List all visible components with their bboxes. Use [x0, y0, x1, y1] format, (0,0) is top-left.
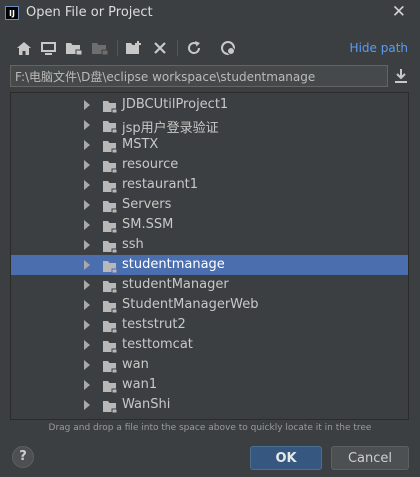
tree-row[interactable]: restaurant1: [11, 175, 408, 195]
expand-arrow-icon[interactable]: [84, 380, 90, 390]
tree-row[interactable]: testtomcat: [11, 335, 408, 355]
tree-row[interactable]: SM.SSM: [11, 215, 408, 235]
tree-row[interactable]: wan: [11, 355, 408, 375]
module-folder-icon: [103, 319, 118, 334]
new-folder-icon[interactable]: [124, 38, 144, 58]
tree-row[interactable]: wan1: [11, 375, 408, 395]
project-folder-icon[interactable]: [64, 38, 84, 58]
module-folder-icon[interactable]: [90, 38, 110, 58]
expand-arrow-icon[interactable]: [84, 280, 90, 290]
module-folder-icon: [103, 299, 118, 314]
expand-arrow-icon[interactable]: [84, 220, 90, 230]
tree-row[interactable]: MSTX: [11, 135, 408, 155]
expand-arrow-icon[interactable]: [84, 200, 90, 210]
toolbar-separator: [117, 40, 118, 56]
expand-arrow-icon[interactable]: [84, 360, 90, 370]
module-folder-icon: [103, 359, 118, 374]
module-folder-icon: [103, 219, 118, 234]
tree-row-label: studentManager: [122, 277, 229, 292]
expand-arrow-icon[interactable]: [84, 260, 90, 270]
tree-row-label: WanShi: [122, 397, 171, 412]
tree-row[interactable]: StudentManagerWeb: [11, 295, 408, 315]
tree-row[interactable]: studentManager: [11, 275, 408, 295]
tree-scrollbar[interactable]: [408, 303, 409, 363]
title-bar: IJ Open File or Project ✕: [0, 0, 420, 27]
module-folder-icon: [103, 399, 118, 414]
toolbar: Hide path: [0, 36, 420, 60]
show-hidden-icon[interactable]: [218, 38, 238, 58]
path-input[interactable]: [11, 66, 383, 87]
module-folder-icon: [103, 119, 118, 134]
cancel-button[interactable]: Cancel: [331, 446, 409, 470]
tree-row-label: MSTX: [122, 137, 159, 152]
tree-row-label: jsp用户登录验证: [122, 121, 219, 136]
tree-row[interactable]: teststrut2: [11, 315, 408, 335]
drag-drop-hint: Drag and drop a file into the space abov…: [48, 423, 372, 433]
tree-row[interactable]: Servers: [11, 195, 408, 215]
tree-row-label: restaurant1: [122, 177, 199, 192]
tree-row[interactable]: studentmanage: [11, 255, 408, 275]
download-icon[interactable]: [394, 68, 410, 86]
expand-arrow-icon[interactable]: [84, 300, 90, 310]
path-field[interactable]: [10, 65, 388, 87]
module-folder-icon: [103, 159, 118, 174]
expand-arrow-icon[interactable]: [84, 340, 90, 350]
tree-row-label: Servers: [122, 197, 172, 212]
module-folder-icon: [103, 199, 118, 214]
delete-icon[interactable]: [150, 38, 170, 58]
module-folder-icon: [103, 239, 118, 254]
ok-button[interactable]: OK: [250, 446, 322, 470]
tree-row-label: resource: [122, 157, 179, 172]
tree-row-label: teststrut2: [122, 317, 186, 332]
tree-row-label: SM.SSM: [122, 217, 174, 232]
tree-row[interactable]: jsp用户登录验证: [11, 115, 408, 136]
expand-arrow-icon[interactable]: [84, 400, 90, 410]
tree-row-label: studentmanage: [122, 257, 225, 272]
home-icon[interactable]: [14, 38, 34, 58]
module-folder-icon: [103, 99, 118, 114]
window-title: Open File or Project: [26, 5, 153, 20]
module-folder-icon: [103, 179, 118, 194]
expand-arrow-icon[interactable]: [84, 320, 90, 330]
tree-row[interactable]: ssh: [11, 235, 408, 255]
toolbar-separator: [177, 40, 178, 56]
refresh-icon[interactable]: [184, 38, 204, 58]
tree-row[interactable]: WanShi: [11, 395, 408, 415]
intellij-logo-icon: IJ: [5, 6, 19, 20]
expand-arrow-icon[interactable]: [84, 120, 90, 130]
tree-row[interactable]: resource: [11, 155, 408, 175]
module-folder-icon: [103, 339, 118, 354]
tree-row-label: testtomcat: [122, 337, 193, 352]
module-folder-icon: [103, 139, 118, 154]
tree-row-label: wan: [122, 357, 149, 372]
expand-arrow-icon[interactable]: [84, 140, 90, 150]
expand-arrow-icon[interactable]: [84, 160, 90, 170]
expand-arrow-icon[interactable]: [84, 100, 90, 110]
tree-row-label: JDBCUtilProject1: [122, 97, 229, 112]
desktop-icon[interactable]: [38, 38, 58, 58]
close-icon[interactable]: ✕: [392, 2, 406, 22]
expand-arrow-icon[interactable]: [84, 240, 90, 250]
expand-arrow-icon[interactable]: [84, 180, 90, 190]
file-tree[interactable]: JDBCUtilProject1 jsp用户登录验证 MSTX resource res…: [10, 92, 409, 420]
tree-row-label: ssh: [122, 237, 144, 252]
tree-row-label: StudentManagerWeb: [122, 297, 259, 312]
tree-row[interactable]: JDBCUtilProject1: [11, 95, 408, 115]
help-button[interactable]: ?: [12, 446, 34, 468]
module-folder-icon: [103, 259, 118, 274]
module-folder-icon: [103, 379, 118, 394]
tree-row-label: wan1: [122, 377, 158, 392]
hide-path-link[interactable]: Hide path: [350, 41, 408, 55]
module-folder-icon: [103, 279, 118, 294]
